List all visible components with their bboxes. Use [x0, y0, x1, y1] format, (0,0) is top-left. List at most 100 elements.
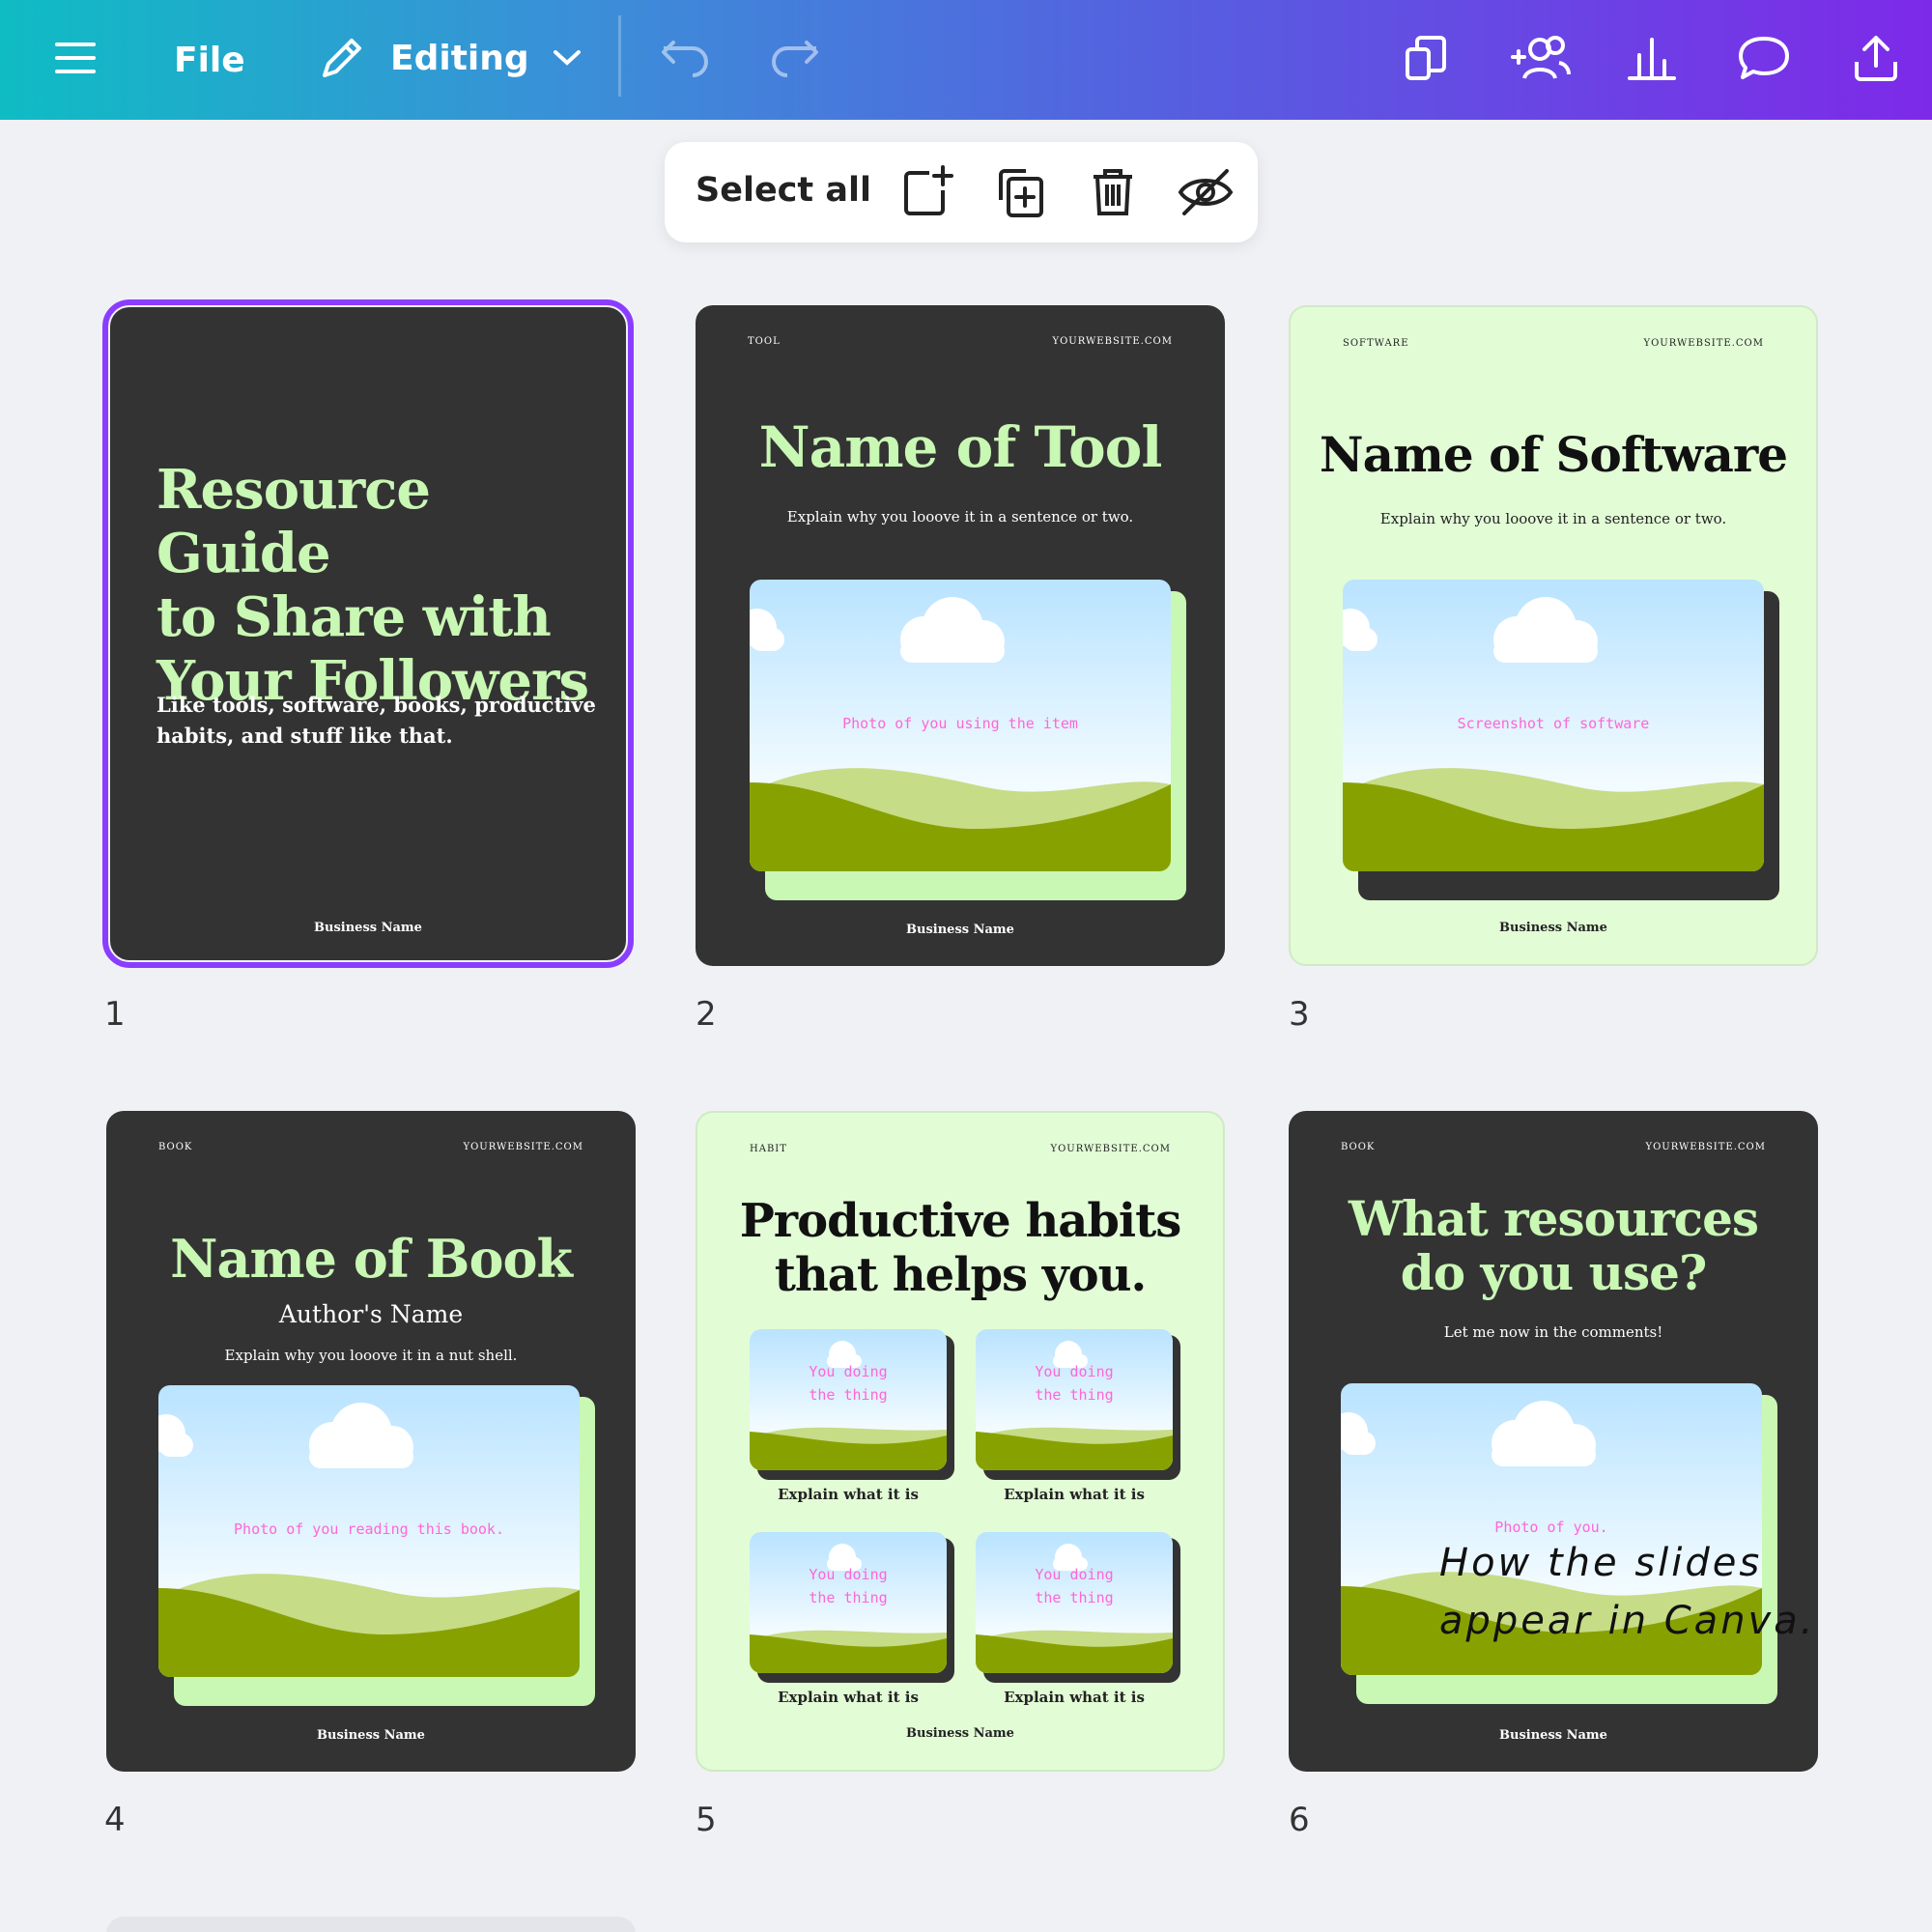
page-thumbnail-3[interactable]: SOFTWARE YOURWEBSITE.COM Name of Softwar… — [1289, 305, 1818, 966]
title-line: Productive habits — [739, 1194, 1182, 1248]
page-subtitle: Let me now in the comments! — [1443, 1323, 1663, 1341]
habit-photo[interactable]: You doing the thing — [750, 1532, 954, 1683]
page-tag: BOOK — [1341, 1142, 1376, 1152]
photo-text-line: You doing — [1035, 1566, 1114, 1583]
business-name: Business Name — [906, 923, 1014, 937]
overlay-caption: How the slides appear in Canva. — [1439, 1534, 1815, 1650]
photo-image: Photo of you reading this book. — [158, 1385, 580, 1677]
photo-placeholder-text: Photo of you reading this book. — [234, 1520, 504, 1538]
page-number: 3 — [1289, 995, 1310, 1034]
photo-placeholder-text: Photo of you using the item — [842, 715, 1078, 732]
photo-image: Photo of you using the item — [750, 580, 1171, 871]
duplicate-page-icon[interactable] — [993, 165, 1047, 219]
copy-pages-icon[interactable] — [1397, 29, 1455, 87]
page-thumbnail-1[interactable]: Resource Guide to Share with Your Follow… — [102, 299, 634, 968]
overlay-caption-line: How the slides — [1439, 1541, 1763, 1585]
page-website: YOURWEBSITE.COM — [1052, 336, 1173, 347]
photo-placeholder[interactable]: Photo of you reading this book. — [158, 1385, 595, 1710]
photo-text-line: You doing — [809, 1363, 888, 1380]
page-number: 4 — [104, 1801, 126, 1839]
title-line: to Share with — [156, 585, 552, 649]
business-name: Business Name — [906, 1726, 1014, 1741]
business-name: Business Name — [317, 1728, 425, 1743]
business-name: Business Name — [314, 921, 422, 935]
page-website: YOURWEBSITE.COM — [1645, 1142, 1766, 1152]
page-title: Name of Tool — [758, 414, 1163, 480]
add-collaborator-icon[interactable] — [1507, 29, 1575, 87]
share-icon[interactable] — [1847, 29, 1905, 87]
page-subtitle: Explain why you looove it in a sentence … — [1379, 510, 1727, 527]
toolbar-divider — [618, 15, 621, 97]
page-tag: BOOK — [158, 1142, 193, 1152]
book-author: Author's Name — [278, 1300, 464, 1328]
page-thumbnail-4[interactable]: BOOK YOURWEBSITE.COM Name of Book Author… — [106, 1111, 636, 1772]
photo-text-line: the thing — [809, 1589, 888, 1606]
hide-icon[interactable] — [1177, 165, 1234, 219]
photo-image: You doing the thing — [750, 1329, 947, 1470]
photo-placeholder-text: You doing the thing — [750, 1360, 947, 1406]
redo-icon[interactable] — [765, 29, 823, 87]
page-subtitle: Explain why you looove it in a sentence … — [786, 508, 1134, 526]
page-number: 2 — [696, 995, 717, 1034]
habit-caption: Explain what it is — [1004, 1689, 1145, 1706]
editing-mode-button[interactable]: Editing — [317, 29, 582, 87]
habit-caption: Explain what it is — [778, 1486, 919, 1503]
photo-placeholder[interactable]: Photo of you using the item — [750, 580, 1186, 904]
page-website: YOURWEBSITE.COM — [463, 1142, 583, 1152]
photo-text-line: the thing — [809, 1386, 888, 1404]
editing-mode-label: Editing — [390, 38, 529, 78]
page-tag: HABIT — [750, 1144, 787, 1154]
title-line: Resource Guide — [156, 458, 431, 585]
title-line: do you use? — [1400, 1244, 1708, 1301]
insights-icon[interactable] — [1623, 29, 1681, 87]
file-menu-button[interactable]: File — [174, 33, 245, 87]
habit-photo[interactable]: You doing the thing — [750, 1329, 954, 1480]
page-title: Name of Software — [1319, 426, 1788, 483]
page-website: YOURWEBSITE.COM — [1643, 338, 1764, 349]
photo-image: Screenshot of software — [1343, 580, 1764, 871]
delete-icon[interactable] — [1086, 165, 1140, 219]
business-name: Business Name — [1499, 1728, 1607, 1743]
overlay-caption-line: appear in Canva. — [1439, 1599, 1816, 1643]
subtitle-line: Like tools, software, books, productive — [156, 693, 596, 717]
photo-image: You doing the thing — [976, 1532, 1173, 1673]
page-number: 1 — [104, 995, 126, 1034]
business-name: Business Name — [1499, 921, 1607, 935]
add-page-icon[interactable] — [900, 165, 954, 219]
page-thumbnail-5[interactable]: HABIT YOURWEBSITE.COM Productive habits … — [696, 1111, 1225, 1772]
photo-text-line: the thing — [1035, 1589, 1114, 1606]
page-number: 6 — [1289, 1801, 1310, 1839]
title-line: What resources — [1348, 1190, 1759, 1247]
photo-image: You doing the thing — [976, 1329, 1173, 1470]
page-thumbnail-2[interactable]: TOOL YOURWEBSITE.COM Name of Tool Explai… — [696, 305, 1225, 966]
page-title: Resource Guide to Share with Your Follow… — [156, 458, 601, 713]
photo-text-line: You doing — [809, 1566, 888, 1583]
photo-placeholder-text: You doing the thing — [976, 1563, 1173, 1609]
top-bar: File Editing — [0, 0, 1932, 120]
photo-image: You doing the thing — [750, 1532, 947, 1673]
page-thumbnail-7-partial[interactable] — [106, 1917, 636, 1932]
page-title: Name of Book — [170, 1228, 573, 1290]
chevron-down-icon — [553, 48, 582, 68]
title-line: that helps you. — [774, 1248, 1148, 1302]
page-number: 5 — [696, 1801, 717, 1839]
hamburger-icon[interactable] — [46, 29, 104, 87]
comment-icon[interactable] — [1735, 29, 1793, 87]
page-tag: SOFTWARE — [1343, 338, 1409, 349]
page-website: YOURWEBSITE.COM — [1050, 1144, 1171, 1154]
photo-placeholder-text: Screenshot of software — [1457, 715, 1650, 732]
pencil-icon — [317, 33, 367, 83]
photo-text-line: the thing — [1035, 1386, 1114, 1404]
habit-caption: Explain what it is — [1004, 1486, 1145, 1503]
undo-icon[interactable] — [657, 29, 715, 87]
photo-text-line: You doing — [1035, 1363, 1114, 1380]
habit-photo[interactable]: You doing the thing — [976, 1329, 1180, 1480]
habit-photo[interactable]: You doing the thing — [976, 1532, 1180, 1683]
page-selection-toolbar: Select all — [665, 142, 1258, 242]
select-all-button[interactable]: Select all — [696, 171, 871, 210]
page-thumbnail-6[interactable]: BOOK YOURWEBSITE.COM What resources do y… — [1289, 1111, 1818, 1772]
page-subtitle: Explain why you looove it in a nut shell… — [224, 1347, 518, 1364]
photo-placeholder[interactable]: Screenshot of software — [1343, 580, 1779, 904]
photo-placeholder-text: You doing the thing — [976, 1360, 1173, 1406]
page-title: Productive habits that helps you. — [697, 1194, 1223, 1302]
